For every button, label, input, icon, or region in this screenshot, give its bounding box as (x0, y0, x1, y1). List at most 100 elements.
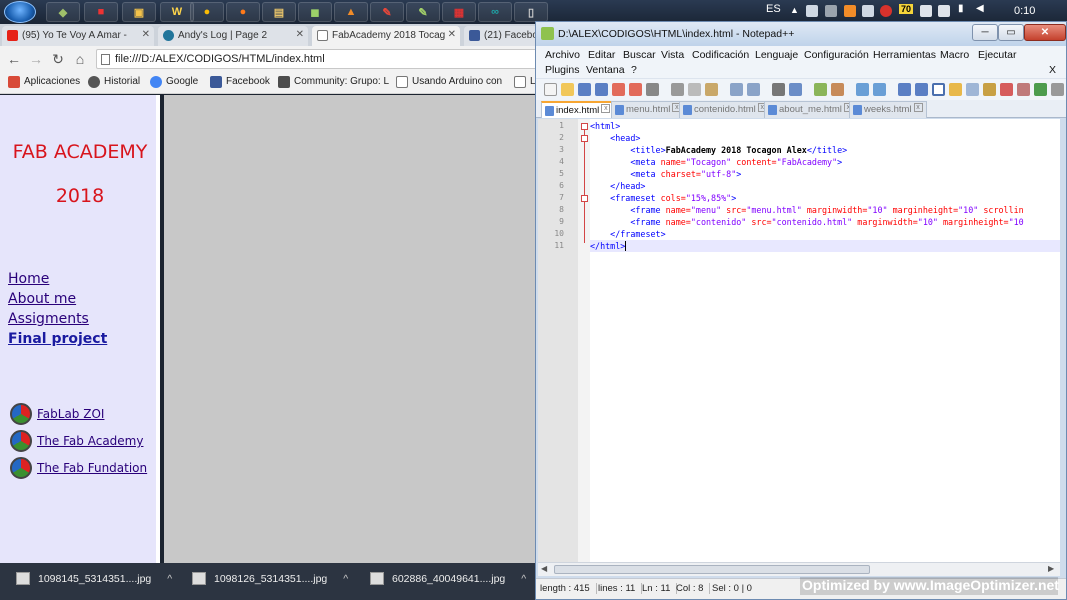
chevron-up-icon[interactable]: ^ (167, 573, 172, 585)
browser-tab-active[interactable]: FabAcademy 2018 Tocag ✕ (312, 26, 460, 46)
browser-tab[interactable]: (21) Facebo (464, 26, 540, 46)
taskbar-explorer[interactable]: ▤ (262, 2, 296, 22)
language-indicator[interactable]: ES (766, 3, 781, 15)
tray-cloud-icon[interactable] (862, 5, 874, 17)
file-tab-menu[interactable]: menu.html x (611, 101, 686, 118)
menu-lenguaje[interactable]: Lenguaje (755, 49, 798, 61)
tray-monitor-icon[interactable] (938, 5, 950, 17)
fab-link-fab-fundation[interactable]: The Fab Fundation (10, 456, 147, 480)
close-tab-icon[interactable]: ✕ (296, 29, 304, 40)
file-tab-about-me[interactable]: about_me.htmlx (764, 101, 857, 118)
undo-icon[interactable] (730, 83, 743, 96)
close-tab-icon[interactable]: x (913, 103, 923, 112)
tray-badge[interactable]: 70 (899, 4, 914, 14)
redo-icon[interactable] (747, 83, 760, 96)
tray-flag-icon[interactable] (920, 5, 932, 17)
sync-horizontal-icon[interactable] (873, 83, 886, 96)
volume-icon[interactable]: ◀ (976, 3, 984, 14)
zoom-in-icon[interactable] (814, 83, 827, 96)
scroll-right-icon[interactable]: ▶ (1048, 564, 1054, 573)
forward-arrow-icon[interactable]: → (28, 51, 44, 67)
word-wrap-icon[interactable] (898, 83, 911, 96)
find-icon[interactable] (772, 83, 785, 96)
folder-as-workspace-icon[interactable] (949, 83, 962, 96)
tray-app-icon[interactable] (825, 5, 837, 17)
taskbar-app-12[interactable]: ▦ (442, 2, 476, 22)
taskbar-app-1[interactable]: ◆ (46, 2, 80, 22)
taskbar-app-4[interactable]: W (160, 2, 194, 22)
download-item[interactable]: 1098126_5314351....jpg ^ (192, 572, 348, 585)
menu-editar[interactable]: Editar (588, 49, 615, 61)
bookmark-arduino[interactable]: Usando Arduino con (396, 76, 502, 88)
maximize-button[interactable]: ▭ (998, 24, 1024, 41)
close-document-x[interactable]: X (1049, 64, 1056, 76)
taskbar-app-9[interactable]: ▲ (334, 2, 368, 22)
new-file-icon[interactable] (544, 83, 557, 96)
menu-ventana[interactable]: Ventana (586, 64, 625, 76)
bookmark-google[interactable]: Google (150, 76, 198, 88)
download-item[interactable]: 602886_40049641....jpg ^ (370, 572, 526, 585)
minimize-button[interactable]: ─ (972, 24, 998, 41)
download-item[interactable]: 1098145_5314351....jpg ^ (16, 572, 172, 585)
menu-plugins[interactable]: Plugins (545, 64, 579, 76)
tray-avast-icon[interactable] (844, 5, 856, 17)
close-tab-icon[interactable]: ✕ (142, 29, 150, 40)
copy-icon[interactable] (688, 83, 701, 96)
scroll-left-icon[interactable]: ◀ (541, 564, 547, 573)
chevron-up-icon[interactable]: ^ (343, 573, 348, 585)
back-arrow-icon[interactable]: ← (6, 51, 22, 67)
horizontal-scrollbar[interactable]: ◀ ▶ (538, 562, 1060, 576)
taskbar-app-3[interactable]: ▣ (122, 2, 156, 22)
scrollbar-thumb[interactable] (554, 565, 870, 574)
taskbar-chrome[interactable]: ● (190, 2, 224, 22)
bookmark-community[interactable]: Community: Grupo: L (278, 76, 389, 88)
address-bar[interactable]: file:///D:/ALEX/CODIGOS/HTML/index.html (96, 49, 540, 69)
reload-icon[interactable]: ↻ (50, 51, 66, 67)
print-icon[interactable] (646, 83, 659, 96)
menu-link-final-project[interactable]: Final project (8, 331, 107, 347)
close-tab-icon[interactable]: ✕ (448, 29, 456, 40)
menu-buscar[interactable]: Buscar (623, 49, 656, 61)
taskbar-app-10[interactable]: ✎ (370, 2, 404, 22)
menu-codificacion[interactable]: Codificación (692, 49, 749, 61)
show-all-characters-icon[interactable] (915, 83, 928, 96)
sync-vertical-icon[interactable] (856, 83, 869, 96)
close-file-icon[interactable] (612, 83, 625, 96)
save-icon[interactable] (578, 83, 591, 96)
notepadpp-titlebar[interactable]: D:\ALEX\CODIGOS\HTML\index.html - Notepa… (536, 22, 1066, 46)
paste-icon[interactable] (705, 83, 718, 96)
chevron-up-icon[interactable]: ^ (521, 573, 526, 585)
tray-expand-icon[interactable]: ▲ (790, 5, 799, 15)
taskbar-app-2[interactable]: ■ (84, 2, 118, 22)
menu-herramientas[interactable]: Herramientas (873, 49, 936, 61)
menu-link-home[interactable]: Home (8, 271, 49, 287)
open-folder-icon[interactable] (561, 83, 574, 96)
close-tab-icon[interactable]: x (601, 104, 611, 113)
fab-link-fab-academy[interactable]: The Fab Academy (10, 429, 143, 453)
replace-icon[interactable] (789, 83, 802, 96)
file-tab-contenido[interactable]: contenido.html x (679, 101, 771, 118)
menu-vista[interactable]: Vista (661, 49, 684, 61)
close-all-icon[interactable] (629, 83, 642, 96)
bookmark-apps[interactable]: Aplicaciones (8, 76, 80, 88)
clock[interactable]: 0:10 (1014, 5, 1035, 17)
indent-guide-icon[interactable] (932, 83, 945, 96)
stop-macro-icon[interactable] (1017, 83, 1030, 96)
menu-link-assigments[interactable]: Assigments (8, 311, 89, 327)
zoom-out-icon[interactable] (831, 83, 844, 96)
file-tab-weeks[interactable]: weeks.html x (849, 101, 927, 118)
save-all-icon[interactable] (595, 83, 608, 96)
fold-toggle-icon[interactable] (581, 195, 588, 202)
signal-icon[interactable]: ▮ (958, 3, 964, 14)
start-button[interactable] (4, 1, 36, 23)
taskbar-firefox[interactable]: ● (226, 2, 260, 22)
taskbar-arduino[interactable]: ∞ (478, 2, 512, 22)
cloud-icon[interactable] (806, 5, 818, 17)
close-button[interactable]: ✕ (1024, 24, 1066, 41)
menu-macro[interactable]: Macro (940, 49, 969, 61)
menu-archivo[interactable]: Archivo (545, 49, 580, 61)
taskbar-app-14[interactable]: ▯ (514, 2, 548, 22)
bookmark-history[interactable]: Historial (88, 76, 140, 88)
browser-tab[interactable]: (95) Yo Te Voy A Amar - ✕ (2, 26, 154, 46)
taskbar-notepadpp[interactable]: ✎ (406, 2, 440, 22)
